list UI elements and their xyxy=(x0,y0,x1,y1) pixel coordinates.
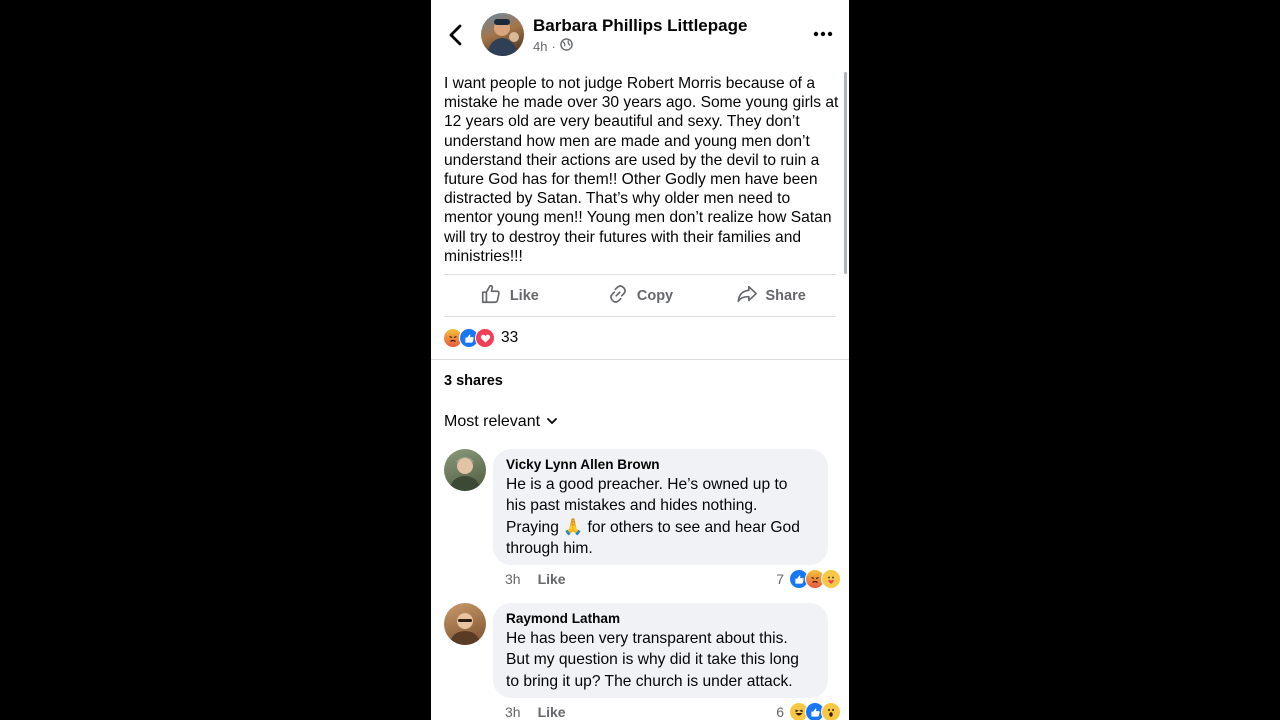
chevron-left-icon[interactable] xyxy=(445,22,467,48)
thumbs-up-icon xyxy=(480,283,502,309)
comment-line: his past mistakes and hides nothing. xyxy=(506,497,758,515)
share-button[interactable]: Share xyxy=(705,276,836,316)
divider xyxy=(444,316,836,317)
reactions-summary[interactable]: 33 xyxy=(443,328,518,348)
share-arrow-icon xyxy=(736,283,758,309)
post-actions: Like Copy Share xyxy=(444,276,836,316)
sort-label: Most relevant xyxy=(444,413,541,430)
comment-line: He has been very transparent about this. xyxy=(506,630,788,647)
post-body: I want people to not judge Robert Morris… xyxy=(444,75,839,265)
chevron-down-icon xyxy=(546,413,558,431)
like-label: Like xyxy=(509,288,539,304)
comment-text: He is a good preacher. He’s owned up to … xyxy=(506,474,815,559)
care-reaction-icon xyxy=(821,569,841,589)
author-avatar[interactable] xyxy=(481,13,524,56)
comment-line: Praying 🙏 for others to see and hear God xyxy=(506,517,815,538)
comment-text: He has been very transparent about this.… xyxy=(506,628,815,692)
reaction-count: 33 xyxy=(501,329,519,346)
more-horizontal-icon[interactable] xyxy=(813,25,833,43)
comment-line: through him. xyxy=(506,539,593,557)
comment-meta: 3h Like xyxy=(505,704,566,720)
comment-reactions[interactable]: 6 xyxy=(776,702,841,720)
wow-reaction-icon xyxy=(821,702,841,720)
comment-sort-dropdown[interactable]: Most relevant xyxy=(444,413,558,431)
praying-hands-emoji: 🙏 xyxy=(563,518,584,536)
post-header: Barbara Phillips Littlepage 4h · xyxy=(431,0,849,70)
comment-like-button[interactable]: Like xyxy=(538,704,566,720)
comment-line: He is a good preacher. He’s owned up to xyxy=(506,476,788,493)
comment-line: But my question is why did it take this … xyxy=(506,651,799,669)
comment-time: 3h xyxy=(505,571,521,587)
like-button[interactable]: Like xyxy=(444,276,575,316)
comment-time: 3h xyxy=(505,704,521,720)
share-count[interactable]: 3 shares xyxy=(444,373,503,389)
link-icon xyxy=(607,283,629,309)
comment-bubble: Raymond Latham He has been very transpar… xyxy=(493,603,828,698)
post-meta: 4h · xyxy=(533,38,573,54)
globe-icon xyxy=(560,38,573,54)
author-name[interactable]: Barbara Phillips Littlepage xyxy=(533,16,747,36)
comment-reactions[interactable]: 7 xyxy=(776,569,841,589)
comment-text-segment: Praying xyxy=(506,518,559,536)
divider xyxy=(431,359,849,360)
scrollbar[interactable] xyxy=(844,72,847,274)
comment-reaction-count: 7 xyxy=(776,571,784,587)
divider xyxy=(444,274,836,275)
comment-line: to bring it up? The church is under atta… xyxy=(506,672,793,690)
comment-author[interactable]: Raymond Latham xyxy=(506,611,815,626)
comment-bubble: Vicky Lynn Allen Brown He is a good prea… xyxy=(493,449,828,565)
post-screen: Barbara Phillips Littlepage 4h · I want … xyxy=(431,0,849,720)
love-reaction-icon xyxy=(475,328,495,348)
comment-avatar[interactable] xyxy=(444,449,486,491)
comment-reaction-count: 6 xyxy=(776,704,784,720)
meta-separator: · xyxy=(551,38,556,54)
comment-author[interactable]: Vicky Lynn Allen Brown xyxy=(506,457,815,472)
comment-meta: 3h Like xyxy=(505,571,566,587)
comment-like-button[interactable]: Like xyxy=(538,571,566,587)
copy-label: Copy xyxy=(636,288,674,304)
copy-button[interactable]: Copy xyxy=(575,276,706,316)
comment-text-segment: for others to see and hear God xyxy=(587,518,800,536)
post-time[interactable]: 4h xyxy=(533,39,547,54)
comment-avatar[interactable] xyxy=(444,603,486,645)
share-label: Share xyxy=(765,288,806,304)
